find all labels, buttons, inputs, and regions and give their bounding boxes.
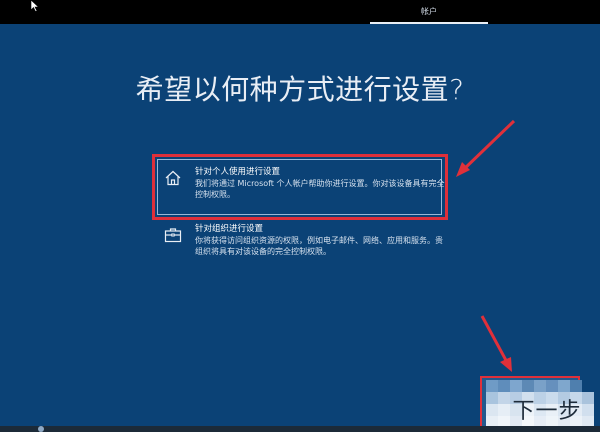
arrow-to-next xyxy=(480,315,512,372)
tab-active-indicator xyxy=(370,22,488,24)
setup-window: 帐户 希望以何种方式进行设置? 针对个人使用进行设置 我们将通过 Microso… xyxy=(0,0,600,432)
mouse-cursor-icon xyxy=(30,0,40,12)
home-icon xyxy=(165,170,181,186)
page-title: 希望以何种方式进行设置? xyxy=(135,73,465,106)
tab-account[interactable]: 帐户 xyxy=(370,0,488,24)
briefcase-icon xyxy=(164,228,182,243)
bottom-strip xyxy=(0,426,600,432)
arrow-to-option xyxy=(456,119,516,177)
taskbar-indicator xyxy=(38,426,44,432)
option-personal-description: 我们将通过 Microsoft 个人帐户帮助你进行设置。你对该设备具有完全控制权… xyxy=(195,179,445,199)
option-personal-title: 针对个人使用进行设置 xyxy=(195,167,281,177)
option-organization-description: 你将获得访问组织资源的权限，例如电子邮件、网络、应用和服务。贵组织将具有对该设备… xyxy=(195,236,443,256)
top-bar xyxy=(0,0,600,24)
option-organization-title: 针对组织进行设置 xyxy=(195,224,264,234)
